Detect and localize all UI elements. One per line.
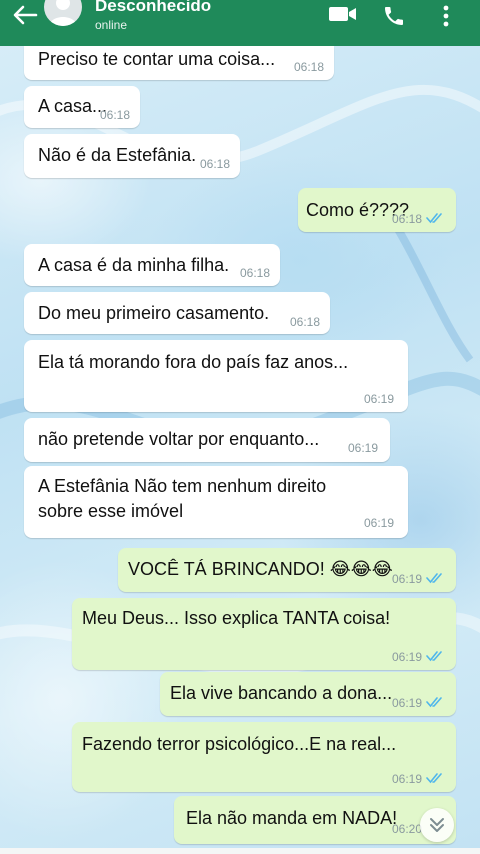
avatar[interactable] <box>44 0 82 26</box>
message-bubble-incoming[interactable]: Do meu primeiro casamento. 06:18 <box>24 292 330 334</box>
message-text: Do meu primeiro casamento. <box>38 303 270 323</box>
message-time: 06:19 <box>363 516 394 530</box>
input-bar-edge <box>0 848 480 854</box>
message-bubble-incoming[interactable]: não pretende voltar por enquanto... 06:1… <box>24 418 390 462</box>
message-text: Não é da Estefânia. <box>38 145 197 165</box>
scroll-to-bottom-button[interactable] <box>420 808 454 842</box>
message-time: 06:19 <box>347 441 378 455</box>
message-time: 06:19 <box>391 772 422 786</box>
default-avatar-icon <box>49 0 77 26</box>
message-text: não pretende voltar por enquanto... <box>38 429 320 449</box>
message-time: 06:19 <box>391 650 422 664</box>
message-bubble-outgoing[interactable]: Meu Deus... Isso explica TANTA coisa! 06… <box>72 598 456 670</box>
video-call-icon[interactable] <box>328 4 358 24</box>
message-time: 06:18 <box>293 60 324 74</box>
message-text: Ela vive bancando a dona... <box>170 683 393 703</box>
message-text: Preciso te contar uma coisa... <box>38 49 276 69</box>
message-text: Meu Deus... Isso explica TANTA coisa! <box>82 608 391 628</box>
message-text: A Estefânia Não tem nenhum direito sobre… <box>38 476 327 521</box>
more-vertical-icon[interactable] <box>440 4 452 28</box>
message-bubble-outgoing[interactable]: Fazendo terror psicológico...E na real..… <box>72 722 456 792</box>
message-text: A casa... <box>38 96 108 116</box>
message-text: Ela tá morando fora do país faz anos... <box>38 352 349 372</box>
message-bubble-incoming[interactable]: Não é da Estefânia. 06:18 <box>24 134 240 178</box>
message-bubble-incoming[interactable]: A casa... 06:18 <box>24 86 140 128</box>
contact-name[interactable]: Desconhecido <box>95 0 211 16</box>
message-time: 06:18 <box>391 212 422 226</box>
message-time: 06:18 <box>99 108 130 122</box>
message-time: 06:19 <box>363 392 394 406</box>
phone-icon[interactable] <box>382 4 406 28</box>
message-bubble-outgoing[interactable]: VOCÊ TÁ BRINCANDO! 😂😂😂 06:19 <box>118 548 456 592</box>
double-chevron-down-icon <box>430 818 444 832</box>
contact-status: online <box>95 18 128 32</box>
chat-header: Desconhecido online <box>0 0 480 46</box>
message-bubble-incoming[interactable]: Ela tá morando fora do país faz anos... … <box>24 340 408 412</box>
message-time: 06:19 <box>391 696 422 710</box>
message-bubble-outgoing[interactable]: Ela não manda em NADA! 06:20 <box>174 796 456 844</box>
message-bubble-incoming[interactable]: A casa é da minha filha. 06:18 <box>24 244 280 286</box>
message-time: 06:18 <box>199 157 230 171</box>
read-receipt-icon <box>426 773 442 784</box>
read-receipt-icon <box>426 651 442 662</box>
message-text: A casa é da minha filha. <box>38 255 230 275</box>
message-bubble-incoming[interactable]: A Estefânia Não tem nenhum direito sobre… <box>24 466 408 538</box>
message-text: Ela não manda em NADA! <box>186 808 398 828</box>
read-receipt-icon <box>426 213 442 224</box>
message-bubble-incoming[interactable]: Preciso te contar uma coisa... 06:18 <box>24 46 334 80</box>
message-text: VOCÊ TÁ BRINCANDO! 😂😂😂 <box>128 559 393 579</box>
read-receipt-icon <box>426 573 442 584</box>
message-bubble-outgoing[interactable]: Como é???? 06:18 <box>298 188 456 232</box>
message-time: 06:18 <box>239 266 270 280</box>
read-receipt-icon <box>426 697 442 708</box>
message-text: Fazendo terror psicológico...E na real..… <box>82 734 397 754</box>
back-arrow-icon[interactable] <box>10 4 40 26</box>
message-time: 06:18 <box>289 315 320 329</box>
message-bubble-outgoing[interactable]: Ela vive bancando a dona... 06:19 <box>160 672 456 716</box>
message-time: 06:19 <box>391 572 422 586</box>
message-time: 06:20 <box>391 822 422 836</box>
